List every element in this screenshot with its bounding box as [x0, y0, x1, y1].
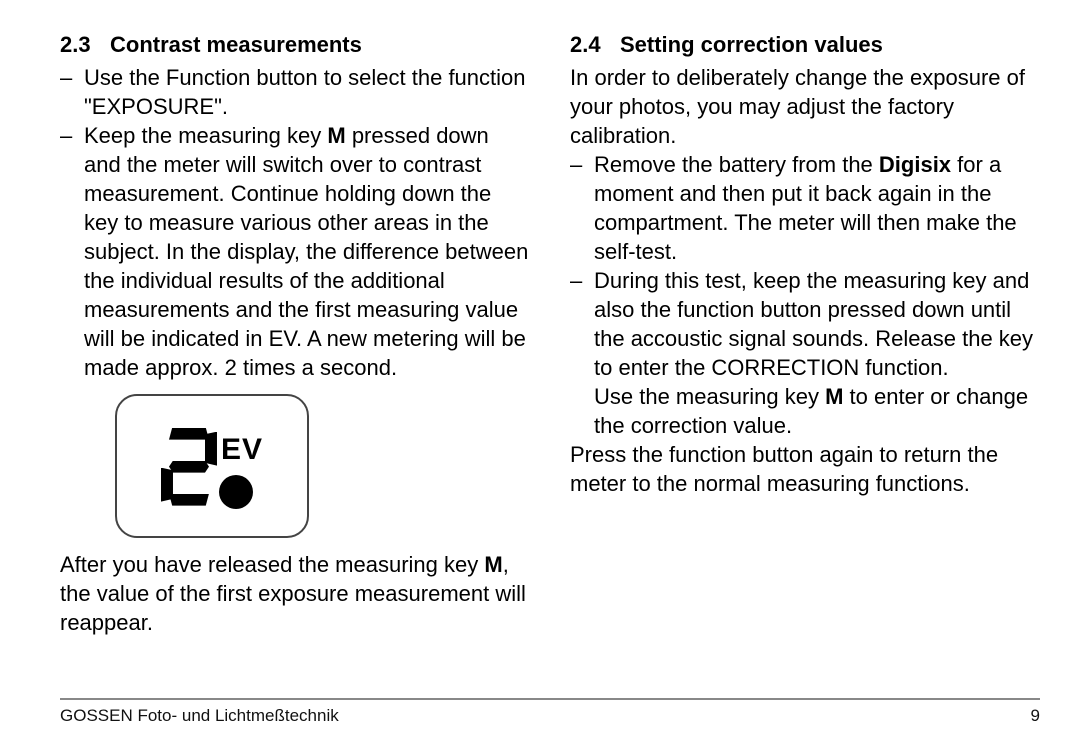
- section-heading-2-3: 2.3 Contrast measurements: [60, 30, 530, 59]
- bullet-item: – Remove the battery from the Digisix fo…: [570, 150, 1040, 266]
- footer-left: GOSSEN Foto- und Lichtmeßtechnik: [60, 706, 339, 726]
- page-number: 9: [1031, 706, 1040, 726]
- intro-paragraph: In order to deliberately change the expo…: [570, 63, 1040, 150]
- bullet-dash: –: [570, 150, 594, 266]
- bullet-item: – Use the Function button to select the …: [60, 63, 530, 121]
- text-fragment: Remove the battery from the: [594, 152, 879, 177]
- ev-label: EV: [221, 430, 263, 470]
- bullet-text: Keep the measuring key M pressed down an…: [84, 121, 530, 382]
- section-heading-2-4: 2.4 Setting correction values: [570, 30, 1040, 59]
- bullet-item: – During this test, keep the measuring k…: [570, 266, 1040, 440]
- text-fragment: Use the measuring key: [594, 384, 825, 409]
- outro-paragraph: Press the function button again to retur…: [570, 440, 1040, 498]
- bullet-item: – Keep the measuring key M pressed down …: [60, 121, 530, 382]
- dot-icon: [219, 475, 253, 509]
- bold-key-m: M: [825, 384, 843, 409]
- bold-digisix: Digisix: [879, 152, 951, 177]
- text-fragment: After you have released the measuring ke…: [60, 552, 484, 577]
- display-content: EV: [161, 424, 263, 510]
- bullet-dash: –: [60, 121, 84, 382]
- left-column: 2.3 Contrast measurements – Use the Func…: [60, 30, 530, 670]
- lcd-display-illustration: EV: [115, 394, 309, 538]
- bullet-text: Remove the battery from the Digisix for …: [594, 150, 1040, 266]
- manual-page: 2.3 Contrast measurements – Use the Func…: [0, 0, 1080, 746]
- seven-segment-digit-2: [161, 428, 217, 506]
- heading-text: Contrast measurements: [110, 30, 362, 59]
- heading-number: 2.4: [570, 30, 620, 59]
- bullet-text: During this test, keep the measuring key…: [594, 266, 1040, 440]
- bold-key-m: M: [327, 123, 345, 148]
- text-fragment: During this test, keep the measuring key…: [594, 268, 1033, 380]
- bullet-dash: –: [570, 266, 594, 440]
- bullet-dash: –: [60, 63, 84, 121]
- page-footer: GOSSEN Foto- und Lichtmeßtechnik 9: [60, 698, 1040, 726]
- heading-number: 2.3: [60, 30, 110, 59]
- bold-key-m: M: [484, 552, 502, 577]
- bullet-text: Use the Function button to select the fu…: [84, 63, 530, 121]
- right-column: 2.4 Setting correction values In order t…: [570, 30, 1040, 670]
- text-fragment: Keep the measuring key: [84, 123, 327, 148]
- text-fragment: pressed down and the meter will switch o…: [84, 123, 528, 380]
- paragraph: After you have released the measuring ke…: [60, 550, 530, 637]
- two-column-layout: 2.3 Contrast measurements – Use the Func…: [60, 30, 1040, 670]
- heading-text: Setting correction values: [620, 30, 883, 59]
- ev-stack: EV: [221, 432, 263, 510]
